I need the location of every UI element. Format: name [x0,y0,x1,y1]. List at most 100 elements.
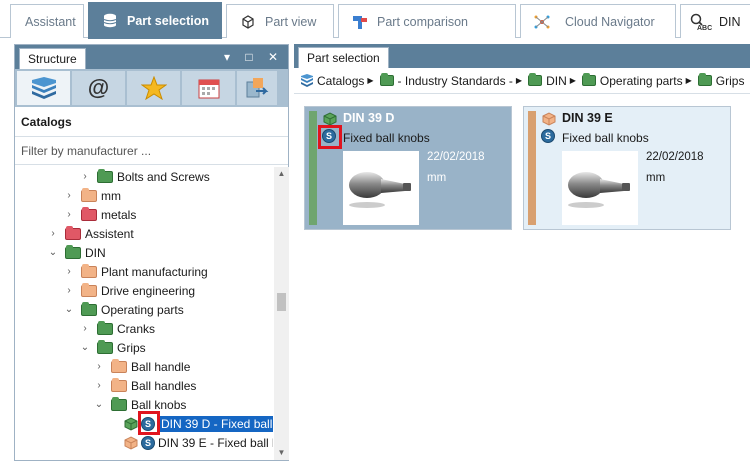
folder-icon [97,320,113,335]
tree-item-grips[interactable]: ⌄ Grips [79,338,146,357]
card-unit: mm [646,172,666,184]
folder-icon [81,206,97,221]
tab-search-din[interactable]: ABC DIN [680,4,750,38]
tree-item-ball-handles[interactable]: › Ball handles [93,376,196,395]
card-date: 22/02/2018 [646,151,704,163]
at-sign-icon: @ [87,75,110,100]
3d-view-icon [239,13,257,31]
part-selection-header: Part selection [294,44,750,68]
folder-icon [581,73,596,86]
chevron-right-icon[interactable]: › [79,171,91,182]
star-icon [140,76,167,100]
catalogs-button[interactable] [17,71,70,105]
chevron-down-icon[interactable]: ⌄ [79,342,91,353]
card-title: DIN 39 D [343,111,395,125]
scroll-thumb[interactable] [277,293,286,311]
tree-item-ball-handle[interactable]: › Ball handle [93,357,190,376]
tab-part-selection[interactable]: Part selection [88,2,222,39]
standard-badge-icon: S [141,435,155,450]
part-selection-panel: Part selection Catalogs ▶ - Industry Stan… [294,44,750,461]
folder-icon [111,377,127,392]
history-button[interactable] [182,71,235,105]
calendar-icon [198,79,219,99]
comparison-icon [351,13,369,31]
folder-icon [379,73,394,86]
catalogs-section-title: Catalogs [15,107,288,137]
folder-icon [65,244,81,259]
card-unit: mm [427,172,447,184]
chevron-down-icon[interactable]: ⌄ [47,247,59,258]
chevron-right-icon[interactable]: › [93,361,105,372]
breadcrumb-din[interactable]: DIN ▶ [526,73,576,88]
scroll-up-icon[interactable]: ▲ [274,167,289,181]
chevron-right-icon[interactable]: › [79,323,91,334]
folder-icon [81,263,97,278]
structure-tab[interactable]: Structure [19,48,86,69]
tree-item-plant-manufacturing[interactable]: › Plant manufacturing [63,262,208,281]
tab-part-comparison[interactable]: Part comparison [338,4,516,38]
highlight-box [318,125,342,149]
folder-icon [65,225,81,240]
catalogs-stack-icon [301,74,313,87]
top-tab-bar: Assistant Part selection Part view Part … [0,0,750,39]
export-button[interactable] [237,71,277,105]
scroll-down-icon[interactable]: ▼ [274,446,289,460]
at-button[interactable]: @ [72,71,125,105]
catalog-tree: › Bolts and Screws › mm › metals › Assis… [15,167,273,460]
manufacturer-filter-input[interactable]: Filter by manufacturer ... [15,137,288,165]
dropdown-icon[interactable]: ▾ [219,49,235,65]
part-selection-tab[interactable]: Part selection [298,47,389,68]
chevron-right-icon[interactable]: › [63,209,75,220]
chevron-right-icon[interactable]: › [93,380,105,391]
tree-item-din[interactable]: ⌄ DIN [47,243,106,262]
maximize-icon[interactable]: □ [241,49,257,65]
svg-text:ABC: ABC [697,25,712,31]
chevron-down-icon[interactable]: ⌄ [93,399,105,410]
part-cube-icon [542,112,556,126]
part-cube-icon [124,416,138,431]
tree-item-metals[interactable]: › metals [63,205,136,224]
tree-scrollbar[interactable]: ▲ ▼ [274,167,289,460]
tree-item-operating-parts[interactable]: ⌄ Operating parts [63,300,184,319]
chevron-right-icon[interactable]: › [47,228,59,239]
tab-part-view[interactable]: Part view [226,4,334,38]
part-thumbnail [343,151,419,225]
part-card-din-39-d[interactable]: DIN 39 D S Fixed ball knobs 22/02/2018 m… [304,106,512,230]
structure-icon-toolbar: @ [15,69,288,107]
tree-item-cranks[interactable]: › Cranks [79,319,155,338]
tree-item-din-39-e[interactable]: S DIN 39 E - Fixed ball kn [123,433,273,452]
chevron-right-icon[interactable]: › [63,190,75,201]
network-icon [533,13,551,31]
favorites-button[interactable] [127,71,180,105]
card-color-stripe [309,111,317,225]
chevron-right-icon[interactable]: › [63,285,75,296]
structure-panel: Structure ▾ □ ✕ @ Catalogs Filter by man… [14,44,289,461]
highlight-box [138,411,160,435]
tree-item-bolts-and-screws[interactable]: › Bolts and Screws [79,167,210,186]
breadcrumb-catalogs[interactable]: Catalogs ▶ [300,74,374,88]
close-icon[interactable]: ✕ [265,49,281,65]
chevron-down-icon[interactable]: ⌄ [63,304,75,315]
tab-assistant[interactable]: Assistant [10,4,84,38]
breadcrumb-grips[interactable]: Grips [696,73,744,88]
tree-item-drive-engineering[interactable]: › Drive engineering [63,281,195,300]
part-cube-icon [124,435,138,450]
tree-item-assistent[interactable]: › Assistent [47,224,134,243]
tree-item-mm[interactable]: › mm [63,186,121,205]
catalogs-stack-icon [31,77,56,99]
chevron-right-icon[interactable]: › [63,266,75,277]
card-description: Fixed ball knobs [343,131,430,145]
breadcrumb-industry-standards[interactable]: - Industry Standards - ▶ [378,73,522,88]
breadcrumb-operating-parts[interactable]: Operating parts ▶ [580,73,692,88]
folder-icon [97,339,113,354]
database-icon [101,12,119,30]
folder-icon [81,282,97,297]
part-card-din-39-e[interactable]: DIN 39 E S Fixed ball knobs 22/02/2018 m… [523,106,731,230]
folder-icon [81,187,97,202]
structure-panel-header: Structure ▾ □ ✕ [15,45,288,69]
folder-icon [111,358,127,373]
export-icon [246,78,269,98]
folder-icon [697,73,712,86]
tab-cloud-navigator[interactable]: Cloud Navigator [520,4,676,38]
card-date: 22/02/2018 [427,151,485,163]
